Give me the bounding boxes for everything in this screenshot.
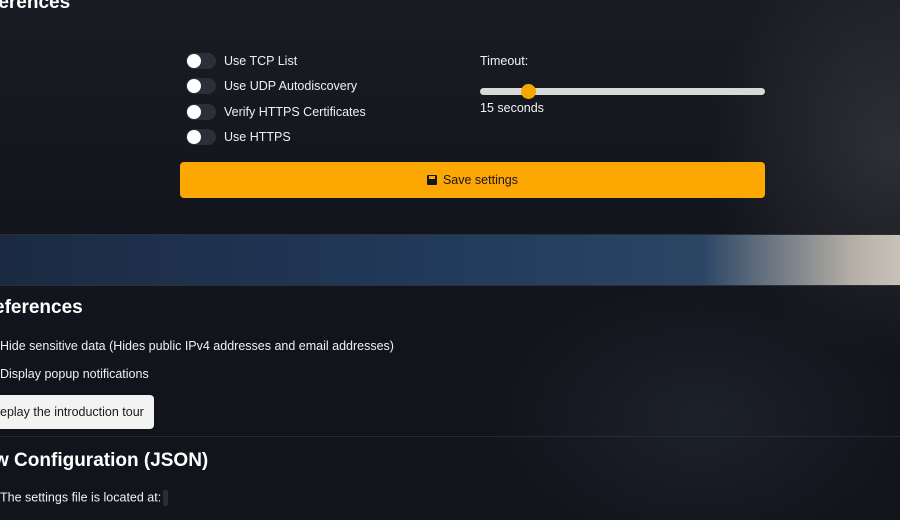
toggle-knob	[187, 130, 201, 144]
settings-file-location: The settings file is located at:	[0, 490, 169, 506]
replay-tour-button[interactable]: eplay the introduction tour	[0, 395, 154, 429]
udp-autodiscovery-label: Use UDP Autodiscovery	[224, 79, 358, 93]
use-https-label: Use HTTPS	[224, 130, 291, 144]
toggle-row-tcp-list[interactable]: Use TCP List	[186, 52, 297, 70]
toggle-row-verify-https[interactable]: Verify HTTPS Certificates	[186, 103, 366, 121]
verify-https-toggle[interactable]	[186, 104, 216, 120]
network-section-title: ferences	[0, 0, 71, 13]
raw-config-section-title: w Configuration (JSON)	[0, 450, 209, 471]
toggle-row-use-https[interactable]: Use HTTPS	[186, 128, 291, 146]
timeout-slider[interactable]	[480, 84, 765, 99]
tcp-list-label: Use TCP List	[224, 54, 298, 68]
use-https-toggle[interactable]	[186, 129, 216, 145]
toggle-knob	[187, 105, 201, 119]
decorative-banner	[0, 234, 900, 286]
udp-autodiscovery-toggle[interactable]	[186, 78, 216, 94]
floppy-disk-icon	[426, 175, 437, 185]
save-settings-button[interactable]: Save settings	[180, 162, 765, 198]
timeout-label: Timeout:	[480, 54, 529, 68]
toggle-row-udp-autodiscovery[interactable]: Use UDP Autodiscovery	[186, 77, 357, 95]
tcp-list-toggle[interactable]	[186, 53, 216, 69]
timeout-value: 15 seconds	[480, 101, 544, 115]
settings-file-location-label: The settings file is located at:	[0, 490, 162, 505]
toggle-knob	[187, 54, 201, 68]
section-divider	[0, 436, 900, 437]
timeout-slider-thumb[interactable]	[521, 84, 536, 99]
preferences-section-title: eferences	[0, 297, 83, 318]
verify-https-label: Verify HTTPS Certificates	[224, 105, 366, 119]
save-settings-label: Save settings	[442, 173, 519, 187]
hide-sensitive-data-option[interactable]: Hide sensitive data (Hides public IPv4 a…	[0, 339, 394, 353]
popup-notifications-option[interactable]: Display popup notifications	[0, 367, 149, 381]
toggle-knob	[187, 79, 201, 93]
settings-file-path[interactable]	[163, 490, 169, 506]
